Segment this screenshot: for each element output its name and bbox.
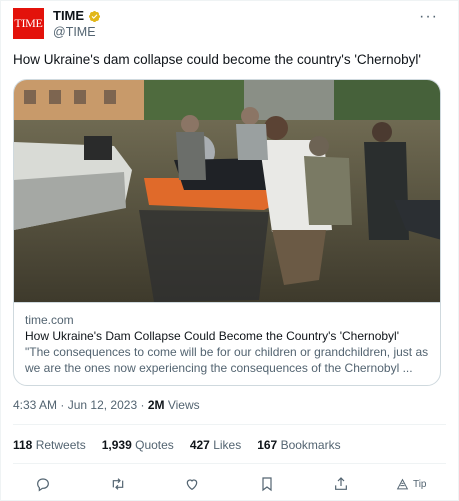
card-description-line-1: "The consequences to come will be for ou…: [25, 345, 429, 359]
views-count: 2M: [147, 398, 165, 412]
retweet-button[interactable]: [98, 476, 138, 492]
quotes-stat[interactable]: 1,939 Quotes: [102, 438, 174, 452]
avatar-logo-text: TIME: [14, 16, 43, 30]
more-options-icon[interactable]: ···: [419, 8, 438, 26]
share-icon: [335, 477, 348, 490]
retweet-icon: [112, 478, 123, 490]
tip-icon: [396, 478, 409, 489]
share-button[interactable]: [321, 476, 361, 492]
retweets-label: Retweets: [35, 438, 86, 452]
action-bar: Tip: [23, 473, 436, 495]
quotes-label: Quotes: [135, 438, 174, 452]
divider-bottom: [13, 463, 446, 464]
tweet: TIME TIME @TIME ··· How Ukraine's dam co…: [0, 0, 459, 501]
tweet-header: TIME TIME @TIME ···: [13, 8, 448, 42]
card-description-line-2: we are the ones now experiencing the con…: [25, 361, 413, 375]
like-button[interactable]: [172, 476, 212, 492]
likes-stat[interactable]: 427 Likes: [190, 438, 241, 452]
tip-label: Tip: [412, 478, 427, 490]
display-name[interactable]: TIME: [53, 8, 84, 24]
link-card[interactable]: time.com How Ukraine's Dam Collapse Coul…: [13, 79, 441, 386]
reply-button[interactable]: [23, 476, 63, 492]
tweet-meta: 4:33 AM · Jun 12, 2023 · 2M Views: [13, 398, 200, 412]
author-info: TIME @TIME: [53, 8, 101, 40]
tweet-text: How Ukraine's dam collapse could become …: [13, 52, 422, 67]
quotes-count: 1,939: [101, 438, 132, 452]
tweet-time[interactable]: 4:33 AM: [13, 398, 57, 412]
engagement-stats: 118 Retweets 1,939 Quotes 427 Likes 167 …: [13, 438, 341, 452]
views-label: Views: [167, 398, 200, 412]
card-info: time.com How Ukraine's Dam Collapse Coul…: [14, 302, 440, 385]
retweets-count: 118: [13, 438, 33, 452]
retweets-stat[interactable]: 118 Retweets: [13, 438, 86, 452]
meta-separator-2: ·: [140, 398, 145, 412]
author-handle[interactable]: @TIME: [53, 24, 101, 40]
tip-button[interactable]: Tip: [396, 478, 436, 491]
meta-separator: ·: [60, 398, 65, 412]
bookmarks-label: Bookmarks: [280, 438, 341, 452]
divider-top: [13, 424, 446, 425]
bookmark-button[interactable]: [247, 476, 287, 492]
bookmarks-stat[interactable]: 167 Bookmarks: [257, 438, 340, 452]
likes-label: Likes: [213, 438, 242, 452]
card-title: How Ukraine's Dam Collapse Could Become …: [25, 329, 399, 343]
bookmarks-count: 167: [257, 438, 278, 452]
card-domain: time.com: [25, 313, 74, 327]
bookmark-icon: [262, 477, 272, 492]
likes-count: 427: [189, 438, 210, 452]
reply-icon: [37, 478, 49, 492]
avatar[interactable]: TIME: [13, 8, 44, 39]
heart-icon: [186, 479, 198, 491]
card-image: [14, 80, 440, 302]
verified-badge-icon: [89, 10, 101, 22]
tweet-date[interactable]: Jun 12, 2023: [68, 398, 137, 412]
